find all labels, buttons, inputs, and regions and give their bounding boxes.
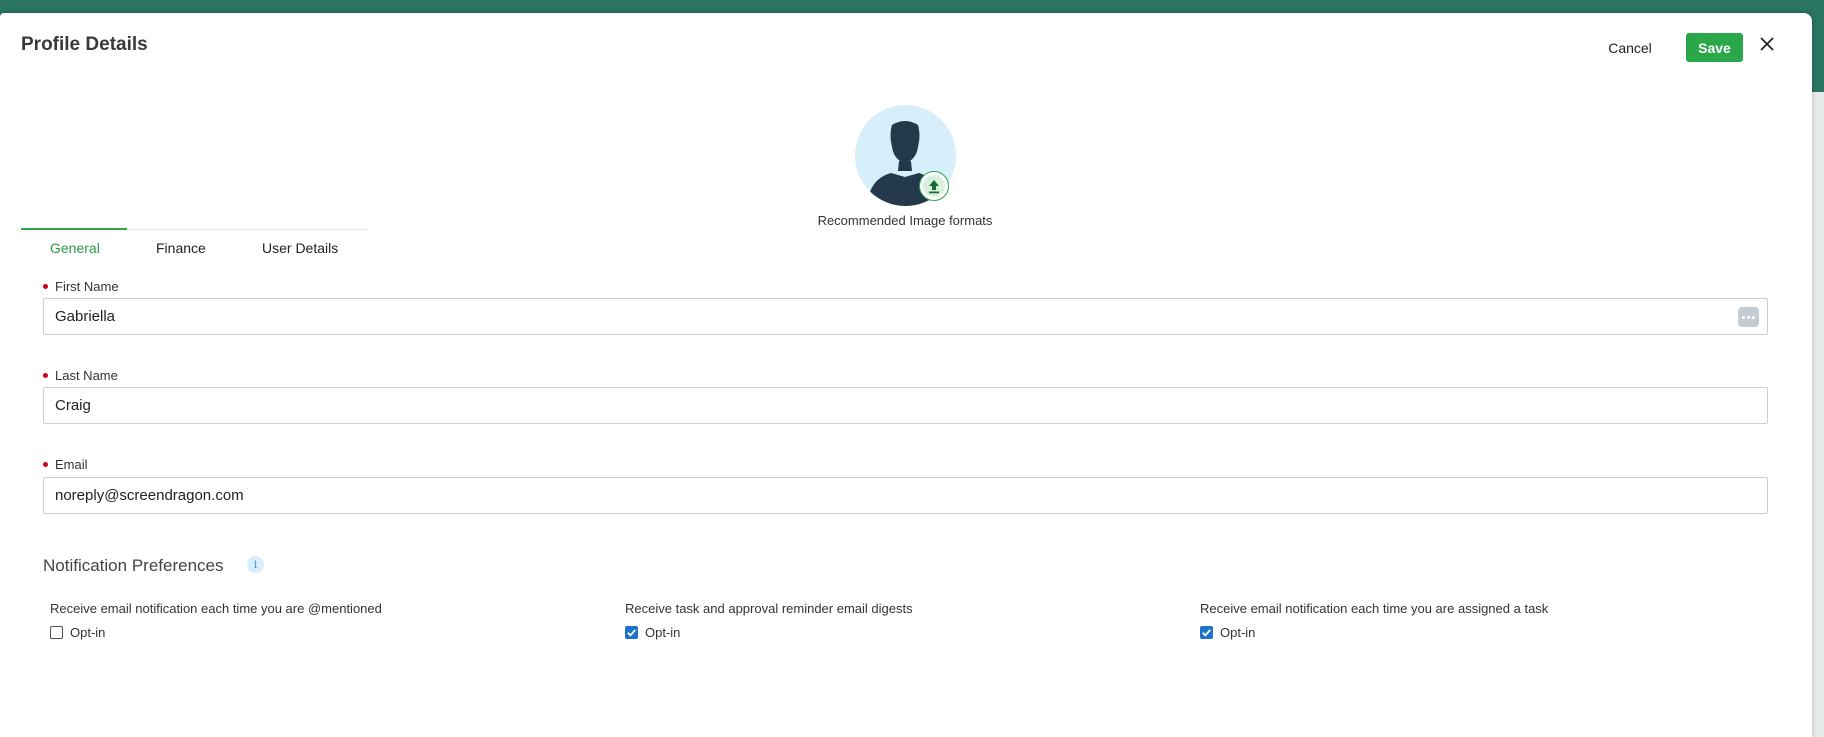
modal-title: Profile Details: [21, 34, 148, 55]
app-background-edge: [1812, 0, 1824, 737]
cancel-button[interactable]: Cancel: [1590, 33, 1670, 63]
first-name-input[interactable]: [43, 298, 1768, 335]
required-indicator: [43, 284, 48, 290]
mentioned-opt-in-checkbox[interactable]: [50, 626, 63, 639]
pref-mentioned-title: Receive email notification each time you…: [50, 601, 382, 616]
first-name-label: First Name: [43, 279, 119, 294]
last-name-label: Last Name: [43, 368, 118, 383]
upload-arrow-icon: [929, 180, 939, 194]
tab-bar: General Finance User Details: [21, 228, 366, 260]
opt-in-label: Opt-in: [645, 625, 681, 640]
checkmark-icon: [627, 629, 636, 637]
more-options-icon[interactable]: [1738, 307, 1759, 327]
email-input[interactable]: [43, 477, 1768, 514]
opt-in-label: Opt-in: [70, 625, 106, 640]
required-indicator: [43, 462, 48, 468]
last-name-input[interactable]: [43, 387, 1768, 424]
notification-preferences-title: Notification Preferences: [43, 556, 224, 575]
info-icon[interactable]: i: [247, 556, 264, 573]
save-button[interactable]: Save: [1686, 33, 1743, 62]
checkmark-icon: [1202, 629, 1211, 637]
digest-opt-in-checkbox[interactable]: [625, 626, 638, 639]
pref-digest-title: Receive task and approval reminder email…: [625, 601, 913, 616]
active-tab-indicator: [21, 228, 127, 230]
upload-image-button[interactable]: [919, 171, 949, 201]
tab-user-details[interactable]: User Details: [262, 240, 338, 256]
required-indicator: [43, 373, 48, 379]
close-icon[interactable]: [1756, 33, 1778, 55]
email-label: Email: [43, 457, 88, 472]
tab-finance[interactable]: Finance: [156, 240, 206, 256]
pref-assigned-title: Receive email notification each time you…: [1200, 601, 1549, 616]
opt-in-label: Opt-in: [1220, 625, 1256, 640]
tab-general[interactable]: General: [50, 240, 100, 256]
app-header-edge: [1812, 0, 1824, 92]
recommended-image-formats-text: Recommended Image formats: [817, 213, 993, 228]
assigned-opt-in-checkbox[interactable]: [1200, 626, 1213, 639]
